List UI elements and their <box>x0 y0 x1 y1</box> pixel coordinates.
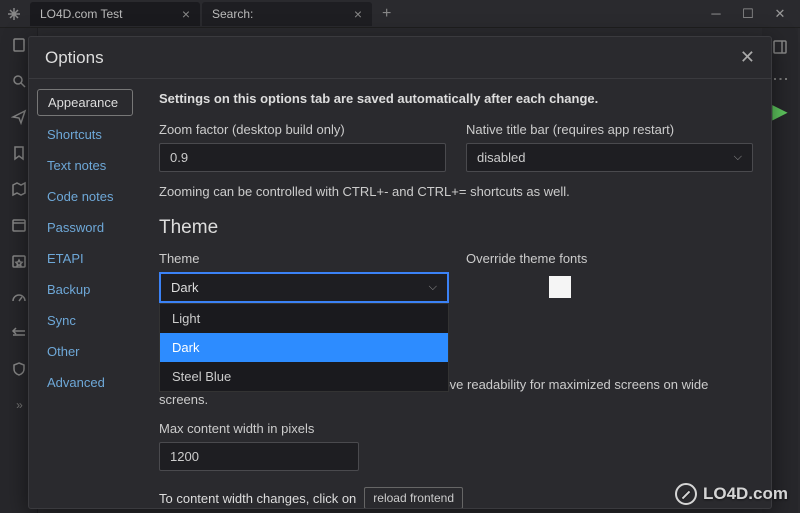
theme-select[interactable]: Dark ⌵ <box>159 272 449 303</box>
theme-option-light[interactable]: Light <box>160 304 448 333</box>
theme-dropdown: Light Dark Steel Blue <box>159 303 449 392</box>
zoom-input[interactable] <box>159 143 446 172</box>
nav-text-notes[interactable]: Text notes <box>37 153 133 178</box>
calendar-icon[interactable] <box>10 216 28 234</box>
options-nav: Appearance Shortcuts Text notes Code not… <box>29 79 141 508</box>
tab-2[interactable]: Search: × <box>202 2 372 26</box>
close-icon[interactable]: × <box>354 6 362 22</box>
options-content: Settings on this options tab are saved a… <box>141 79 771 508</box>
override-fonts-checkbox[interactable] <box>549 276 571 298</box>
zoom-label: Zoom factor (desktop build only) <box>159 122 446 137</box>
theme-value: Dark <box>171 280 198 295</box>
theme-heading: Theme <box>159 217 753 239</box>
close-icon[interactable]: ✕ <box>740 47 755 68</box>
titlebar-value: disabled <box>477 150 525 165</box>
nav-appearance[interactable]: Appearance <box>37 89 133 116</box>
close-window-button[interactable]: ✕ <box>766 4 794 24</box>
max-width-label: Max content width in pixels <box>159 421 753 436</box>
chevron-down-icon: ⌵ <box>734 151 742 164</box>
maximize-button[interactable]: ☐ <box>734 4 762 24</box>
zoom-hint: Zooming can be controlled with CTRL+- an… <box>159 184 753 199</box>
download-icon <box>675 483 697 505</box>
chevron-down-icon: ⌵ <box>429 281 437 294</box>
minimize-button[interactable]: ─ <box>702 4 730 24</box>
options-modal: Options ✕ Appearance Shortcuts Text note… <box>28 36 772 509</box>
info-text: Settings on this options tab are saved a… <box>159 91 753 106</box>
new-tab-button[interactable]: + <box>374 5 399 23</box>
nav-etapi[interactable]: ETAPI <box>37 246 133 271</box>
kebab-icon[interactable]: ⋮ <box>771 70 789 88</box>
max-width-input[interactable] <box>159 442 359 471</box>
nav-code-notes[interactable]: Code notes <box>37 184 133 209</box>
theme-option-dark[interactable]: Dark <box>160 333 448 362</box>
nav-other[interactable]: Other <box>37 339 133 364</box>
gauge-icon[interactable] <box>10 288 28 306</box>
send-icon[interactable] <box>10 108 28 126</box>
close-icon[interactable]: × <box>182 6 190 22</box>
star-calendar-icon[interactable] <box>10 252 28 270</box>
bookmark-icon[interactable] <box>10 144 28 162</box>
nav-advanced[interactable]: Advanced <box>37 370 133 395</box>
collapse-icon[interactable] <box>10 324 28 342</box>
map-icon[interactable] <box>10 180 28 198</box>
panel-icon[interactable] <box>771 38 789 56</box>
theme-label: Theme <box>159 251 446 266</box>
reload-frontend-button[interactable]: reload frontend <box>364 487 463 508</box>
reload-prefix: To content width changes, click on <box>159 491 356 506</box>
theme-option-steel-blue[interactable]: Steel Blue <box>160 362 448 391</box>
nav-password[interactable]: Password <box>37 215 133 240</box>
shield-icon[interactable] <box>10 360 28 378</box>
app-icon <box>6 6 22 22</box>
override-label: Override theme fonts <box>466 251 753 266</box>
watermark-text: LO4D.com <box>703 484 788 504</box>
titlebar-select[interactable]: disabled ⌵ <box>466 143 753 172</box>
play-icon[interactable]: ▶ <box>771 102 789 120</box>
titlebar-label: Native title bar (requires app restart) <box>466 122 753 137</box>
tab-1[interactable]: LO4D.com Test × <box>30 2 200 26</box>
nav-shortcuts[interactable]: Shortcuts <box>37 122 133 147</box>
expand-icon[interactable]: » <box>10 396 28 414</box>
watermark: LO4D.com <box>675 483 788 505</box>
tab-title: LO4D.com Test <box>40 7 176 21</box>
search-icon[interactable] <box>10 72 28 90</box>
nav-backup[interactable]: Backup <box>37 277 133 302</box>
tab-title: Search: <box>212 7 348 21</box>
note-icon[interactable] <box>10 36 28 54</box>
nav-sync[interactable]: Sync <box>37 308 133 333</box>
modal-title: Options <box>45 48 104 68</box>
